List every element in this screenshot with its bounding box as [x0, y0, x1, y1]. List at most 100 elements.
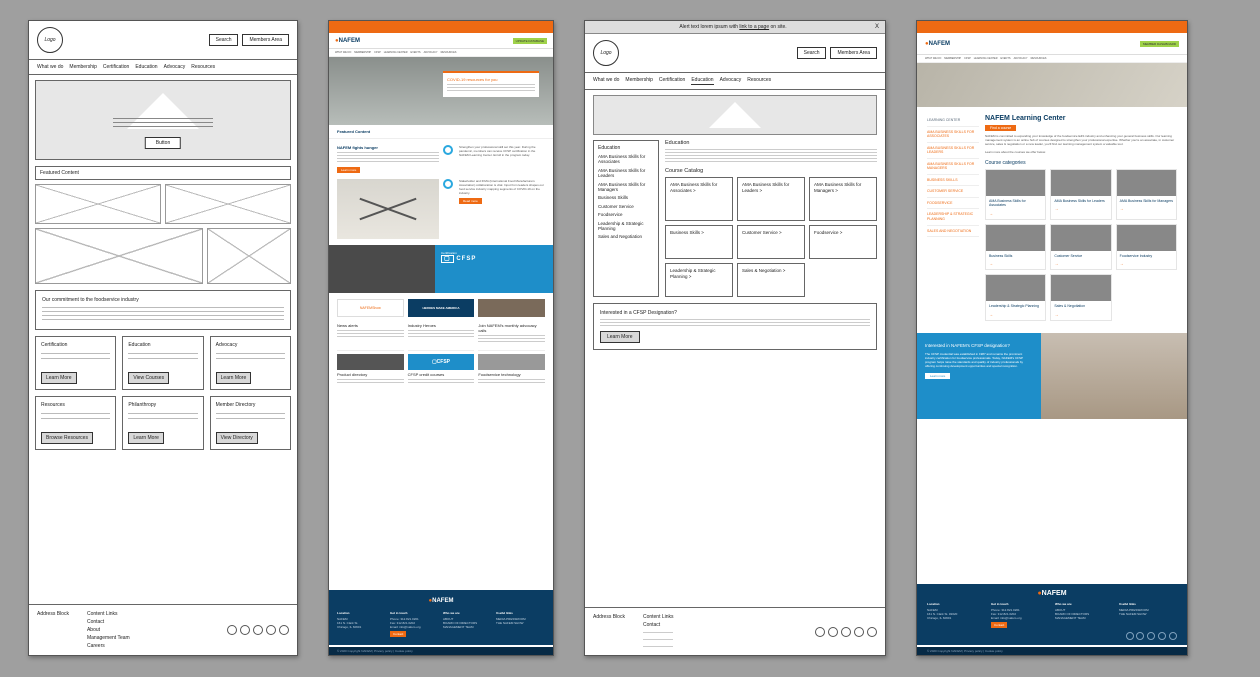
sidebar-item[interactable]: AMA BUSINESS SKILLS FOR MANAGERS	[927, 159, 979, 175]
footer-link[interactable]: About	[87, 627, 130, 633]
category-card[interactable]: Business Skills >	[665, 225, 733, 259]
cfsp-banner[interactable]: Certification▢ CFSP	[329, 245, 553, 293]
social-icon[interactable]	[279, 625, 289, 635]
nav-item[interactable]: MEMBERSHIP	[944, 57, 961, 60]
nav-item[interactable]: What we do	[593, 77, 619, 85]
sidebar-item[interactable]: Foodservice	[598, 212, 654, 217]
nav-item[interactable]: Membership	[69, 64, 97, 70]
nav-item[interactable]: RESOURCES	[1031, 57, 1047, 60]
member-cta[interactable]: MEMBER DASHBOARD	[1140, 41, 1179, 47]
nav-item[interactable]: Resources	[747, 77, 771, 85]
nav-item[interactable]: ADVOCACY	[1014, 57, 1028, 60]
social-icon[interactable]	[1147, 632, 1155, 640]
find-course-button[interactable]: Find a course	[985, 125, 1016, 131]
social-icon[interactable]	[227, 625, 237, 635]
contact-button[interactable]: Contact	[991, 622, 1007, 628]
sidebar-item[interactable]: Business Skills	[598, 195, 654, 200]
social-icon[interactable]	[815, 627, 825, 637]
footer-link[interactable]: Management Team	[87, 635, 130, 641]
social-icon[interactable]	[828, 627, 838, 637]
cta-button[interactable]: Learn more	[337, 167, 360, 173]
nav-item[interactable]: WHAT WE DO	[925, 57, 941, 60]
hero-cta-button[interactable]: Button	[145, 137, 181, 149]
category-card[interactable]: Leadership & Strategic Planning >	[665, 263, 733, 297]
members-area-button[interactable]: Members Area	[242, 34, 289, 46]
learn-more-button[interactable]: Learn more	[925, 373, 950, 379]
resource-card[interactable]: Product directory	[337, 350, 404, 385]
category-card[interactable]: AMA Business Skills for Leaders >	[737, 177, 805, 221]
cta-button[interactable]: Read more	[459, 198, 482, 204]
close-icon[interactable]: X	[875, 24, 879, 30]
social-icon[interactable]	[1136, 632, 1144, 640]
alert-link[interactable]: link to a page	[739, 24, 769, 30]
category-card[interactable]: Customer Service→	[1050, 224, 1111, 271]
nav-item[interactable]: LEARNING CENTER	[974, 57, 998, 60]
nav-item[interactable]: Advocacy	[720, 77, 742, 85]
category-card[interactable]: Leadership & Strategic Planning→	[985, 274, 1046, 321]
learn-more-button[interactable]: Learn More	[600, 331, 640, 343]
nav-item[interactable]: LEARNING CENTER	[384, 51, 408, 54]
nav-item[interactable]: Resources	[191, 64, 215, 70]
category-card[interactable]: AMA Business Skills for Associates→	[985, 169, 1046, 220]
category-card[interactable]: AMA Business Skills for Leaders→	[1050, 169, 1111, 220]
logo[interactable]: ●NAFEM	[925, 41, 950, 47]
footer-link[interactable]: Careers	[87, 643, 130, 649]
category-card[interactable]: Sales & Negotiation >	[737, 263, 805, 297]
member-cta[interactable]: UPDATE DATABASE	[513, 38, 547, 44]
promo-card[interactable]	[478, 299, 545, 317]
featured-card[interactable]	[35, 228, 203, 284]
sidebar-item[interactable]: SALES AND NEGOTIATION	[927, 226, 979, 238]
sidebar-item[interactable]: CUSTOMER SERVICE	[927, 186, 979, 198]
sidebar-item[interactable]: AMA BUSINESS SKILLS FOR LEADERS	[927, 143, 979, 159]
footer-link[interactable]: Contact	[643, 622, 674, 628]
nav-item[interactable]: Certification	[103, 64, 129, 70]
nav-item[interactable]: What we do	[37, 64, 63, 70]
nav-item[interactable]: EVENTS	[1001, 57, 1011, 60]
sidebar-item[interactable]: FOODSERVICE	[927, 198, 979, 210]
social-icon[interactable]	[854, 627, 864, 637]
nav-item[interactable]: Education	[135, 64, 157, 70]
view-directory-button[interactable]: View Directory	[216, 432, 258, 444]
category-card[interactable]: AMA Business Skills for Managers→	[1116, 169, 1177, 220]
category-card[interactable]: Sales & Negotiation→	[1050, 274, 1111, 321]
sidebar-item[interactable]: Leadership & Strategic Planning	[598, 221, 654, 232]
search-button[interactable]: Search	[209, 34, 239, 46]
nav-item[interactable]: EVENTS	[411, 51, 421, 54]
sidebar-item[interactable]: BUSINESS SKILLS	[927, 175, 979, 187]
learn-more-button[interactable]: Learn More	[128, 432, 164, 444]
sidebar-item[interactable]: Customer Service	[598, 204, 654, 209]
nav-item[interactable]: Certification	[659, 77, 685, 85]
footer-link[interactable]: Contact	[87, 619, 130, 625]
category-card[interactable]: AMA Business Skills for Associates >	[665, 177, 733, 221]
nav-item[interactable]: MEMBERSHIP	[354, 51, 371, 54]
sidebar-item[interactable]: AMA Business Skills for Managers	[598, 182, 654, 193]
nav-item[interactable]: ADVOCACY	[424, 51, 438, 54]
sidebar-item[interactable]: AMA Business Skills for Leaders	[598, 168, 654, 179]
sidebar-item[interactable]: LEARNING CENTER	[927, 115, 979, 127]
nav-item[interactable]: Membership	[625, 77, 653, 85]
social-icon[interactable]	[240, 625, 250, 635]
sidebar-item[interactable]: Sales and Negotiation	[598, 234, 654, 239]
category-card[interactable]: Foodservice >	[809, 225, 877, 259]
social-icon[interactable]	[253, 625, 263, 635]
featured-card[interactable]	[207, 228, 291, 284]
learn-more-button[interactable]: Learn More	[41, 372, 77, 384]
sidebar-item[interactable]: LEADERSHIP & STRATEGIC PLANNING	[927, 209, 979, 225]
learn-more-button[interactable]: Learn More	[216, 372, 252, 384]
resource-card[interactable]: Foodservice technology	[478, 350, 545, 385]
nav-item[interactable]: RESOURCES	[441, 51, 457, 54]
promo-card[interactable]: NAFEMShow	[337, 299, 404, 317]
resource-card[interactable]: ▢CFSPCFSP credit courses	[408, 350, 475, 385]
social-icon[interactable]	[1158, 632, 1166, 640]
featured-card[interactable]	[165, 184, 291, 224]
members-area-button[interactable]: Members Area	[830, 47, 877, 59]
category-card[interactable]: Business Skills→	[985, 224, 1046, 271]
featured-card[interactable]	[35, 184, 161, 224]
social-icon[interactable]	[1126, 632, 1134, 640]
browse-resources-button[interactable]: Browse Resources	[41, 432, 93, 444]
promo-card[interactable]: HEROES MAKE AMERICA	[408, 299, 475, 317]
category-card[interactable]: AMA Business Skills for Managers >	[809, 177, 877, 221]
logo[interactable]: ●NAFEM	[335, 38, 360, 44]
nav-item[interactable]: WHAT WE DO	[335, 51, 351, 54]
search-button[interactable]: Search	[797, 47, 827, 59]
